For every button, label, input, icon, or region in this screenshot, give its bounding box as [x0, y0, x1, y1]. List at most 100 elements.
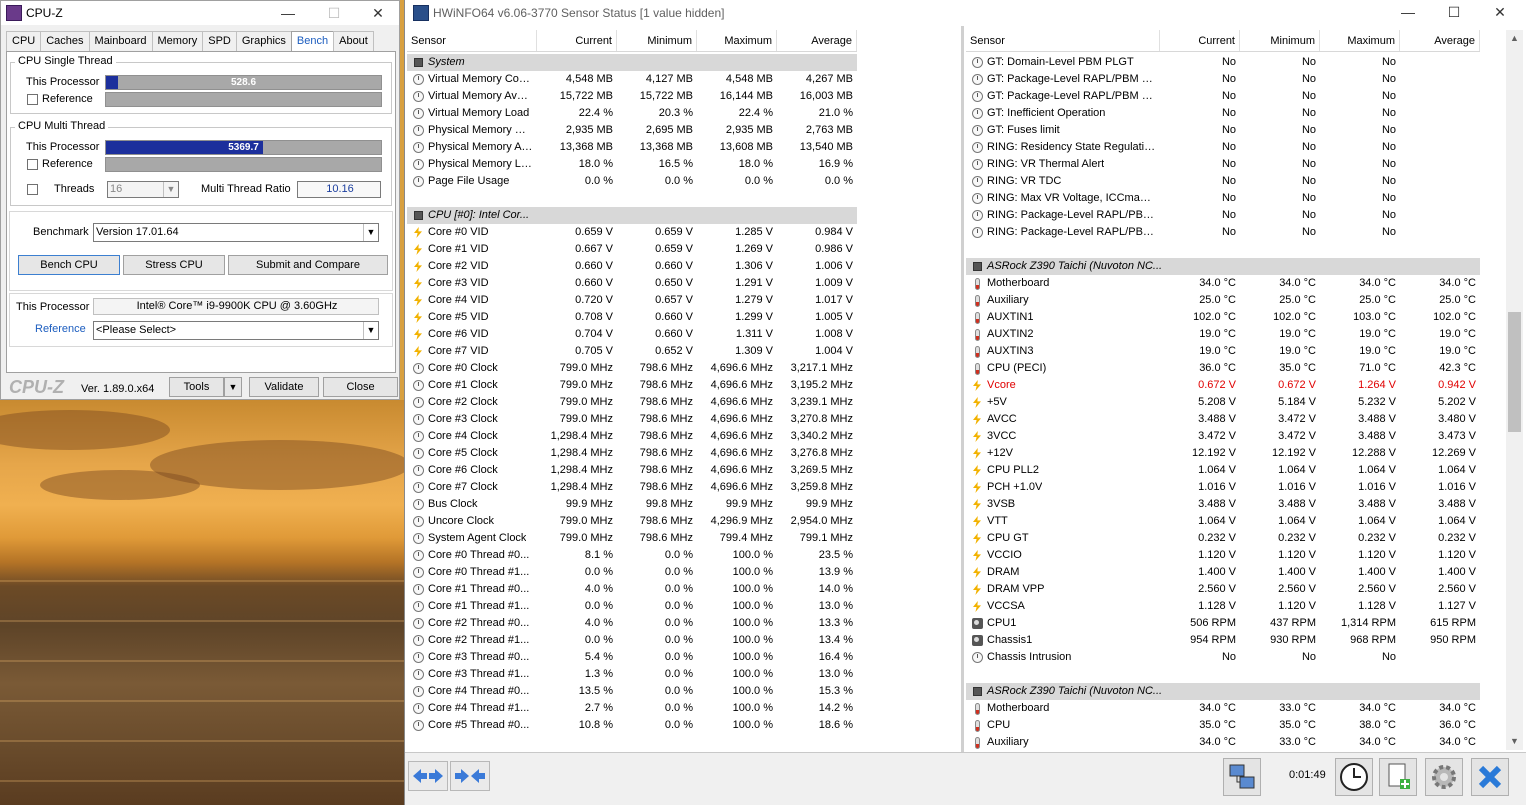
tools-button[interactable]: Tools: [169, 377, 224, 397]
col-average[interactable]: Average: [777, 30, 857, 51]
sensor-row[interactable]: Core #2 VID 0.660 V 0.660 V 1.306 V 1.006 V: [407, 258, 857, 275]
sensor-row[interactable]: RING: VR TDC No No No: [966, 173, 1480, 190]
sensor-row[interactable]: Core #0 Clock 799.0 MHz 798.6 MHz 4,696.6 M…: [407, 360, 857, 377]
single-reference-checkbox[interactable]: [27, 94, 38, 105]
sensor-row[interactable]: Core #5 Clock 1,298.4 MHz 798.6 MHz 4,696.6…: [407, 445, 857, 462]
col-current[interactable]: Current: [537, 30, 617, 51]
sensor-row[interactable]: CPU (PECI) 36.0 °C 35.0 °C 71.0 °C 42.3 °C: [966, 360, 1480, 377]
sensor-row[interactable]: Core #1 Thread #1... 0.0 % 0.0 % 100.0 % 13.…: [407, 598, 857, 615]
col-minimum[interactable]: Minimum: [1240, 30, 1320, 51]
clock-button[interactable]: [1335, 758, 1373, 796]
sensor-row[interactable]: Physical Memory Load 18.0 % 16.5 % 18.0 % 16…: [407, 156, 857, 173]
sensor-row[interactable]: Core #4 Thread #0... 13.5 % 0.0 % 100.0 % 15…: [407, 683, 857, 700]
sensor-group-row[interactable]: CPU [#0]: Intel Cor...: [407, 207, 857, 224]
pane-splitter[interactable]: [961, 26, 964, 752]
tools-dropdown-button[interactable]: ▼: [224, 377, 242, 397]
tab-graphics[interactable]: Graphics: [235, 31, 292, 51]
col-maximum[interactable]: Maximum: [697, 30, 777, 51]
sensor-row[interactable]: AUXTIN1 102.0 °C 102.0 °C 103.0 °C 102.0 °C: [966, 309, 1480, 326]
sensor-row[interactable]: Core #5 Thread #0... 10.8 % 0.0 % 100.0 % 18…: [407, 717, 857, 734]
tab-about[interactable]: About: [333, 31, 374, 51]
submit-compare-button[interactable]: Submit and Compare: [228, 255, 388, 275]
sensor-row[interactable]: Core #0 VID 0.659 V 0.659 V 1.285 V 0.984 V: [407, 224, 857, 241]
right-pane-scrollbar[interactable]: ▲ ▼: [1506, 30, 1523, 750]
sensor-row[interactable]: AUXTIN2 19.0 °C 19.0 °C 19.0 °C 19.0 °C: [966, 326, 1480, 343]
sensor-row[interactable]: GT: Inefficient Operation No No No: [966, 105, 1480, 122]
sensor-row[interactable]: Auxiliary 25.0 °C 25.0 °C 25.0 °C 25.0 °C: [966, 292, 1480, 309]
threads-select[interactable]: 16 ▼: [107, 181, 179, 198]
sensor-row[interactable]: GT: Package-Level RAPL/PBM PL2... No No No: [966, 88, 1480, 105]
sensor-row[interactable]: CPU PLL2 1.064 V 1.064 V 1.064 V 1.064 V: [966, 462, 1480, 479]
sensor-group-row[interactable]: ASRock Z390 Taichi (Nuvoton NC...: [966, 683, 1480, 700]
benchmark-version-select[interactable]: Version 17.01.64 ▼: [93, 223, 379, 242]
sensor-row[interactable]: Physical Memory Av... 13,368 MB 13,368 MB 1…: [407, 139, 857, 156]
settings-button[interactable]: [1425, 758, 1463, 796]
sensor-row[interactable]: Core #4 Thread #1... 2.7 % 0.0 % 100.0 % 14.…: [407, 700, 857, 717]
close-button[interactable]: ✕: [355, 1, 401, 25]
sensor-row[interactable]: Vcore 0.672 V 0.672 V 1.264 V 0.942 V: [966, 377, 1480, 394]
reference-select[interactable]: <Please Select> ▼: [93, 321, 379, 340]
tab-spd[interactable]: SPD: [202, 31, 237, 51]
sensor-row[interactable]: Core #7 Clock 1,298.4 MHz 798.6 MHz 4,696.6…: [407, 479, 857, 496]
sensor-row[interactable]: Core #3 Thread #1... 1.3 % 0.0 % 100.0 % 13.…: [407, 666, 857, 683]
sensor-row[interactable]: Physical Memory Used 2,935 MB 2,695 MB 2,93…: [407, 122, 857, 139]
sensor-row[interactable]: VTT 1.064 V 1.064 V 1.064 V 1.064 V: [966, 513, 1480, 530]
col-sensor[interactable]: Sensor: [407, 30, 537, 51]
sensor-row[interactable]: PCH +1.0V 1.016 V 1.016 V 1.016 V 1.016 V: [966, 479, 1480, 496]
sensor-row[interactable]: RING: Max VR Voltage, ICCmax, ... No No No: [966, 190, 1480, 207]
sensor-row[interactable]: RING: Residency State Regulation No No No: [966, 139, 1480, 156]
sensor-row[interactable]: Core #4 Clock 1,298.4 MHz 798.6 MHz 4,696.6…: [407, 428, 857, 445]
sensor-row[interactable]: Auxiliary 34.0 °C 33.0 °C 34.0 °C 34.0 °C: [966, 734, 1480, 750]
sensor-group-row[interactable]: ASRock Z390 Taichi (Nuvoton NC...: [966, 258, 1480, 275]
scroll-down-icon[interactable]: ▼: [1506, 733, 1523, 750]
sensor-row[interactable]: DRAM 1.400 V 1.400 V 1.400 V 1.400 V: [966, 564, 1480, 581]
sensor-row[interactable]: 3VSB 3.488 V 3.488 V 3.488 V 3.488 V: [966, 496, 1480, 513]
sensor-row[interactable]: Virtual Memory Avai... 15,722 MB 15,722 MB…: [407, 88, 857, 105]
maximize-button[interactable]: ☐: [311, 1, 357, 25]
sensor-row[interactable]: CPU1 506 RPM 437 RPM 1,314 RPM 615 RPM: [966, 615, 1480, 632]
sensor-row[interactable]: Core #4 VID 0.720 V 0.657 V 1.279 V 1.017 V: [407, 292, 857, 309]
sensor-row[interactable]: Virtual Memory Com... 4,548 MB 4,127 MB 4,5…: [407, 71, 857, 88]
sensor-row[interactable]: Core #3 VID 0.660 V 0.650 V 1.291 V 1.009 V: [407, 275, 857, 292]
sensor-row[interactable]: Core #6 Clock 1,298.4 MHz 798.6 MHz 4,696.6…: [407, 462, 857, 479]
sensor-row[interactable]: DRAM VPP 2.560 V 2.560 V 2.560 V 2.560 V: [966, 581, 1480, 598]
minimize-button[interactable]: —: [1385, 0, 1431, 24]
sensor-row[interactable]: Core #2 Thread #1... 0.0 % 0.0 % 100.0 % 13.…: [407, 632, 857, 649]
sensor-group-row[interactable]: System: [407, 54, 857, 71]
sensor-row[interactable]: Core #3 Thread #0... 5.4 % 0.0 % 100.0 % 16.…: [407, 649, 857, 666]
sensor-row[interactable]: AVCC 3.488 V 3.472 V 3.488 V 3.480 V: [966, 411, 1480, 428]
expand-arrows-button[interactable]: [408, 761, 448, 791]
sensor-row[interactable]: Motherboard 34.0 °C 34.0 °C 34.0 °C 34.0 °C: [966, 275, 1480, 292]
sensor-row[interactable]: Chassis1 954 RPM 930 RPM 968 RPM 950 RPM: [966, 632, 1480, 649]
multi-reference-checkbox[interactable]: [27, 159, 38, 170]
sensor-row[interactable]: RING: VR Thermal Alert No No No: [966, 156, 1480, 173]
sensor-row[interactable]: VCCIO 1.120 V 1.120 V 1.120 V 1.120 V: [966, 547, 1480, 564]
sensor-row[interactable]: CPU GT 0.232 V 0.232 V 0.232 V 0.232 V: [966, 530, 1480, 547]
sensor-row[interactable]: Bus Clock 99.9 MHz 99.8 MHz 99.9 MHz 99.9 MH…: [407, 496, 857, 513]
maximize-button[interactable]: ☐: [1431, 0, 1477, 24]
sensor-row[interactable]: Motherboard 34.0 °C 33.0 °C 34.0 °C 34.0 °C: [966, 700, 1480, 717]
validate-button[interactable]: Validate: [249, 377, 319, 397]
sensor-row[interactable]: Virtual Memory Load 22.4 % 20.3 % 22.4 % 21.…: [407, 105, 857, 122]
bench-cpu-button[interactable]: Bench CPU: [18, 255, 120, 275]
sensor-row[interactable]: +5V 5.208 V 5.184 V 5.232 V 5.202 V: [966, 394, 1480, 411]
tab-mainboard[interactable]: Mainboard: [88, 31, 153, 51]
sensor-row[interactable]: RING: Package-Level RAPL/PBM ... No No No: [966, 224, 1480, 241]
sensor-row[interactable]: CPU 35.0 °C 35.0 °C 38.0 °C 36.0 °C: [966, 717, 1480, 734]
sensor-row[interactable]: GT: Package-Level RAPL/PBM PL1 No No No: [966, 71, 1480, 88]
sensor-row[interactable]: 3VCC 3.472 V 3.472 V 3.488 V 3.473 V: [966, 428, 1480, 445]
scroll-up-icon[interactable]: ▲: [1506, 30, 1523, 47]
col-minimum[interactable]: Minimum: [617, 30, 697, 51]
sensor-row[interactable]: Page File Usage 0.0 % 0.0 % 0.0 % 0.0 %: [407, 173, 857, 190]
sensor-row[interactable]: System Agent Clock 799.0 MHz 798.6 MHz 799.…: [407, 530, 857, 547]
scroll-thumb[interactable]: [1508, 312, 1521, 432]
sensor-row[interactable]: Core #7 VID 0.705 V 0.652 V 1.309 V 1.004 V: [407, 343, 857, 360]
col-current[interactable]: Current: [1160, 30, 1240, 51]
stress-cpu-button[interactable]: Stress CPU: [123, 255, 225, 275]
sensor-row[interactable]: Core #2 Thread #0... 4.0 % 0.0 % 100.0 % 13.…: [407, 615, 857, 632]
sensor-row[interactable]: Uncore Clock 799.0 MHz 798.6 MHz 4,296.9 MH…: [407, 513, 857, 530]
sensor-row[interactable]: GT: Fuses limit No No No: [966, 122, 1480, 139]
sensor-row[interactable]: Core #0 Thread #1... 0.0 % 0.0 % 100.0 % 13.…: [407, 564, 857, 581]
sensor-row[interactable]: AUXTIN3 19.0 °C 19.0 °C 19.0 °C 19.0 °C: [966, 343, 1480, 360]
tab-caches[interactable]: Caches: [40, 31, 90, 51]
